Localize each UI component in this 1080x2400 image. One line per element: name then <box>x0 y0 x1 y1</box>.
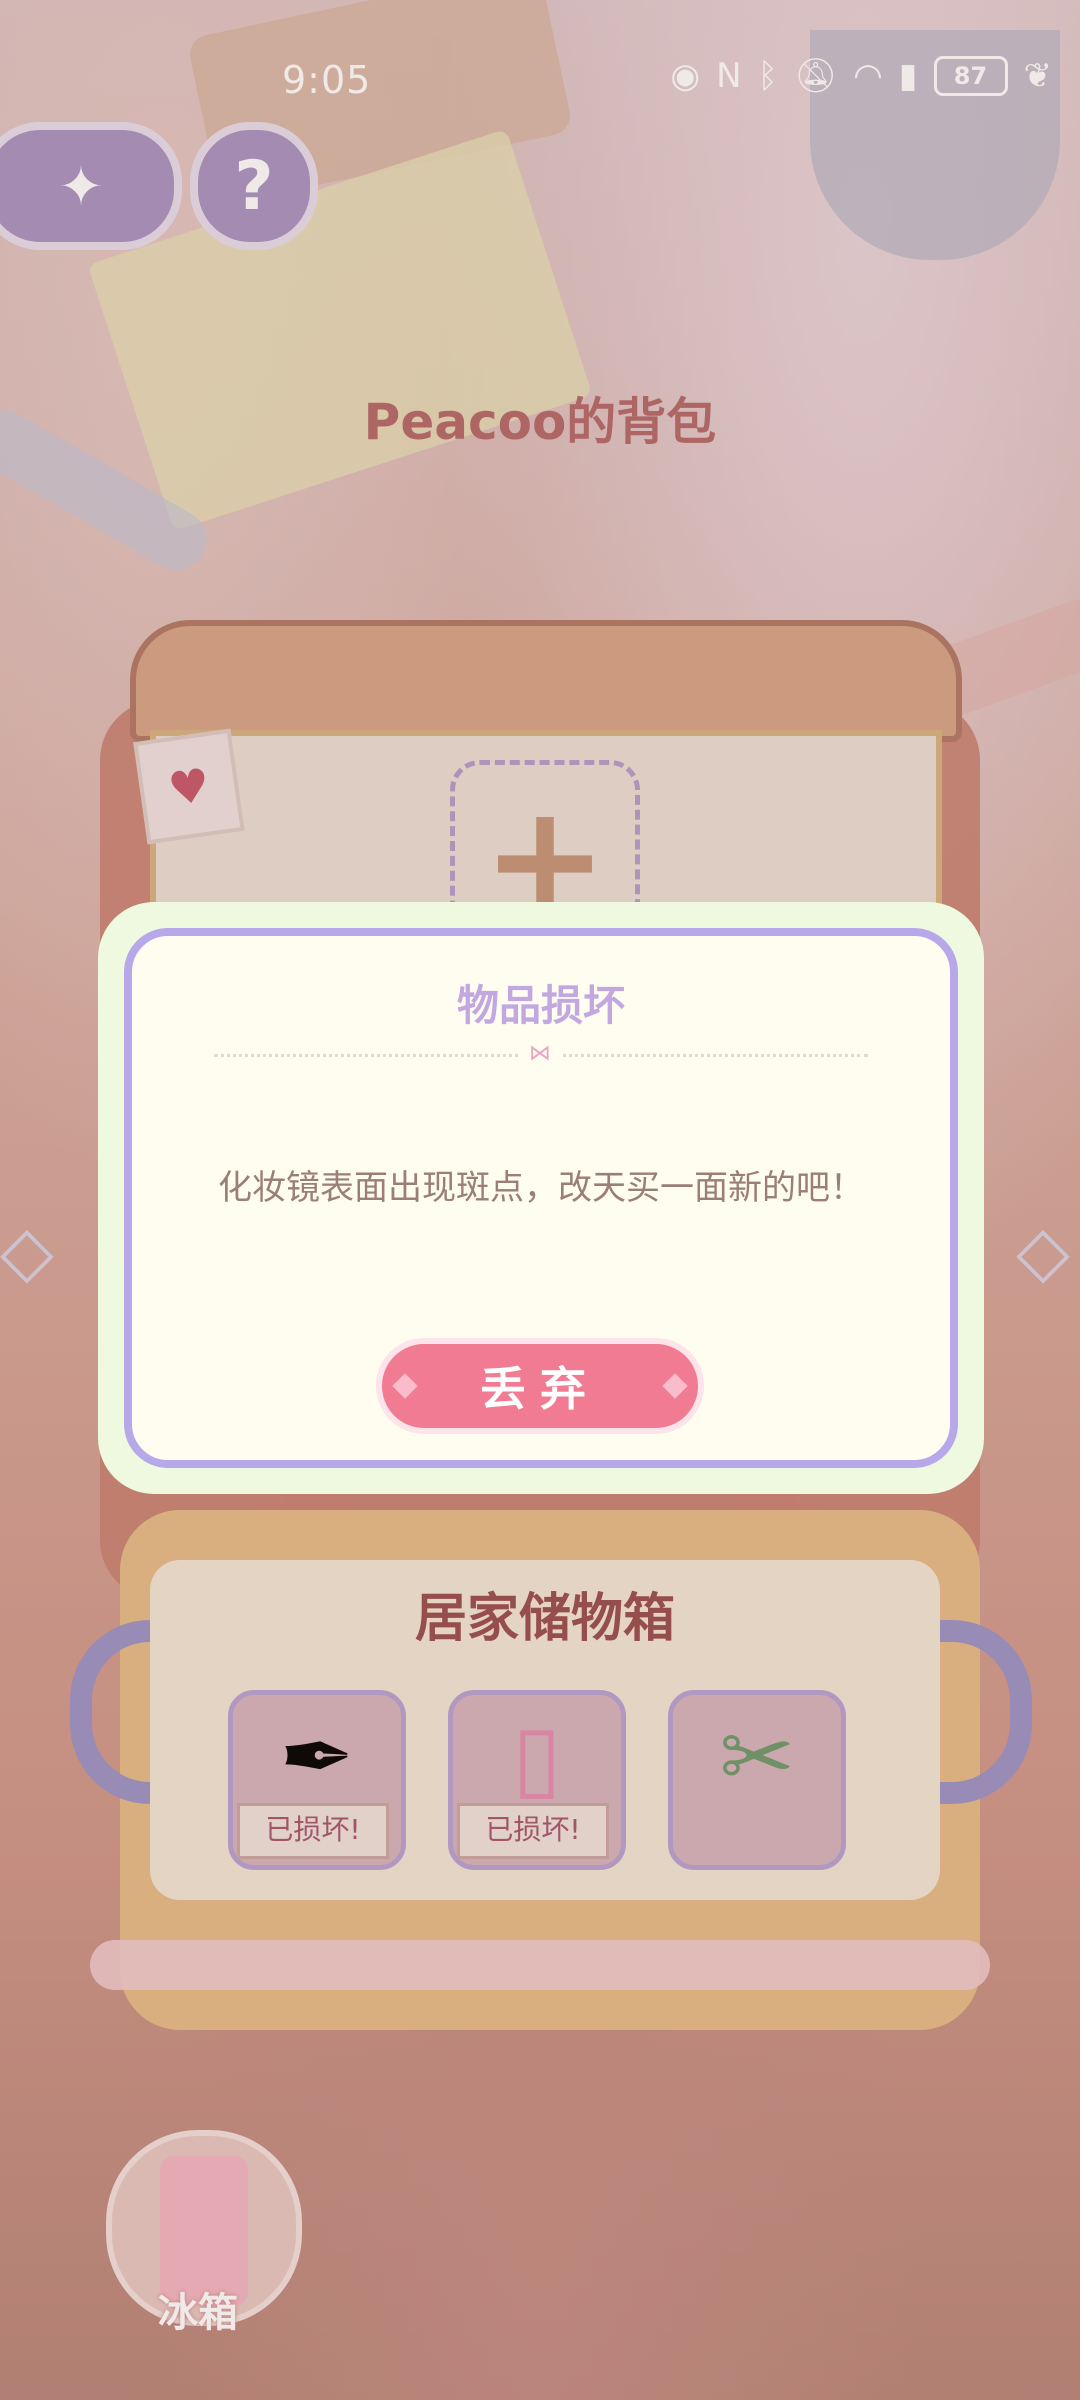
diamond-icon <box>392 1373 418 1399</box>
discard-button[interactable]: 丢弃 <box>376 1338 704 1434</box>
discard-label: 丢弃 <box>480 1362 600 1416</box>
bow-icon: ⋈ <box>520 1041 560 1066</box>
dialog-message: 化妆镜表面出现斑点，改天买一面新的吧！ <box>218 1168 864 1208</box>
dialog-title: 物品损坏 <box>456 981 625 1030</box>
diamond-icon <box>662 1373 688 1399</box>
